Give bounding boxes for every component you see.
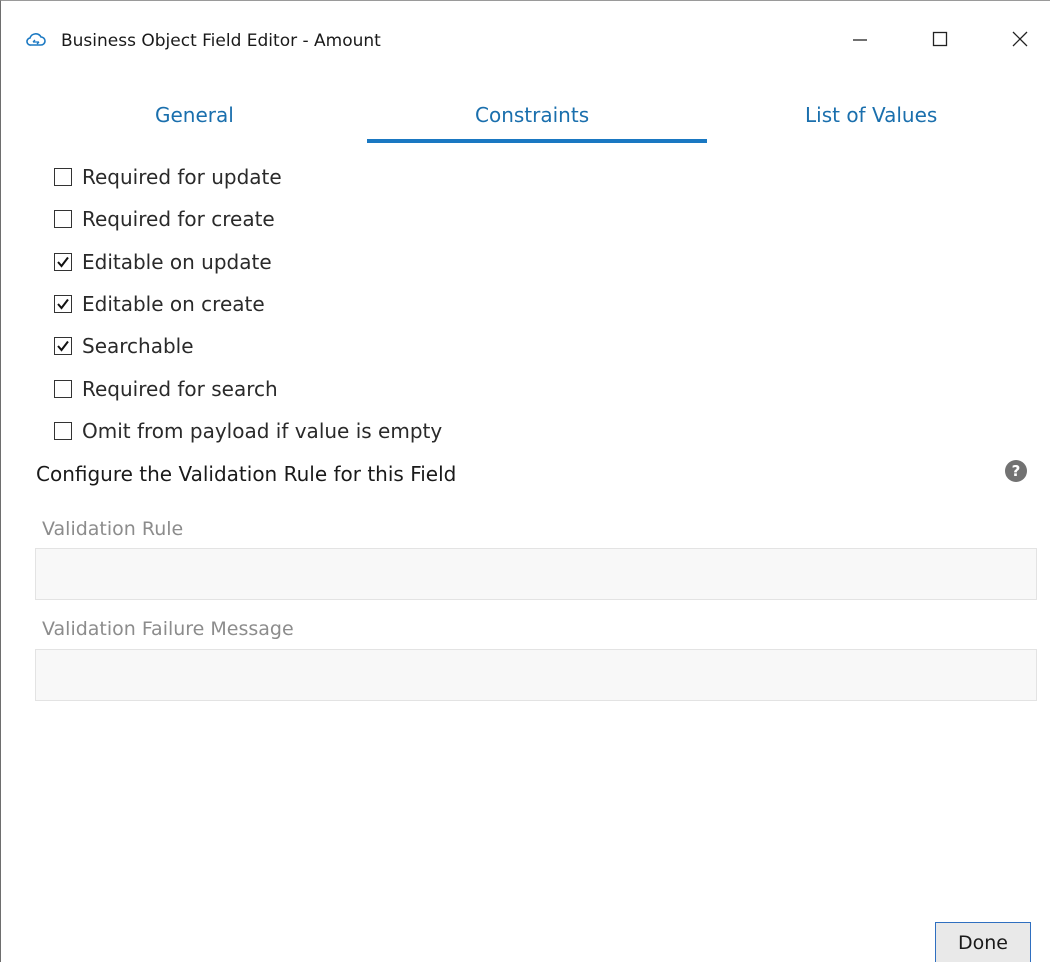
required-for-update-label: Required for update	[82, 165, 282, 190]
required-for-search-label: Required for search	[82, 376, 278, 401]
validation-rule-label: Validation Rule	[42, 518, 184, 540]
required-for-create-checkbox[interactable]	[54, 210, 72, 229]
close-icon	[1011, 30, 1029, 52]
cloud-icon	[25, 29, 47, 51]
editable-on-update-checkbox[interactable]	[54, 252, 72, 271]
tab-constraints[interactable]: Constraints	[475, 103, 589, 127]
maximize-icon	[931, 30, 949, 52]
constraints-list: Required for update Required for create …	[54, 156, 442, 452]
required-for-create-label: Required for create	[82, 207, 275, 232]
validation-failure-message-label: Validation Failure Message	[42, 618, 294, 640]
done-button[interactable]: Done	[935, 922, 1031, 962]
omit-from-payload-option[interactable]: Omit from payload if value is empty	[54, 410, 442, 452]
active-tab-indicator	[367, 139, 707, 143]
searchable-checkbox[interactable]	[54, 337, 72, 356]
editable-on-create-label: Editable on create	[82, 292, 265, 317]
omit-from-payload-checkbox[interactable]	[54, 421, 72, 440]
required-for-update-option[interactable]: Required for update	[54, 156, 442, 198]
required-for-create-option[interactable]: Required for create	[54, 198, 442, 240]
searchable-option[interactable]: Searchable	[54, 325, 442, 367]
window-title: Business Object Field Editor - Amount	[61, 31, 381, 51]
validation-rule-input[interactable]	[35, 548, 1037, 600]
maximize-button[interactable]	[917, 21, 963, 61]
tab-list-of-values[interactable]: List of Values	[805, 103, 937, 127]
validation-failure-message-input[interactable]	[35, 649, 1037, 701]
question-circle-icon[interactable]: ?	[1005, 460, 1027, 482]
tab-bar: General Constraints List of Values	[1, 81, 1050, 147]
close-button[interactable]	[997, 21, 1043, 61]
searchable-label: Searchable	[82, 334, 194, 359]
required-for-update-checkbox[interactable]	[54, 168, 72, 187]
editable-on-update-option[interactable]: Editable on update	[54, 241, 442, 283]
tab-general[interactable]: General	[155, 103, 234, 127]
validation-section-title: Configure the Validation Rule for this F…	[36, 462, 457, 486]
editable-on-create-checkbox[interactable]	[54, 295, 72, 314]
minimize-icon	[851, 30, 869, 52]
title-bar[interactable]: Business Object Field Editor - Amount	[1, 1, 1050, 81]
required-for-search-checkbox[interactable]	[54, 379, 72, 398]
required-for-search-option[interactable]: Required for search	[54, 367, 442, 409]
editable-on-create-option[interactable]: Editable on create	[54, 283, 442, 325]
editable-on-update-label: Editable on update	[82, 249, 272, 274]
omit-from-payload-label: Omit from payload if value is empty	[82, 418, 443, 443]
minimize-button[interactable]	[837, 21, 883, 61]
field-editor-window: Business Object Field Editor - Amount Ge…	[0, 0, 1050, 962]
